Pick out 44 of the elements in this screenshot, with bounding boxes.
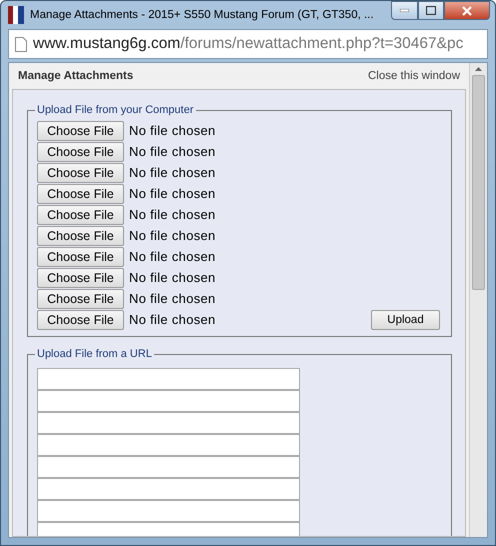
url-field[interactable] [37, 434, 300, 456]
flag-icon [8, 6, 24, 24]
close-icon [462, 6, 472, 16]
url-field[interactable] [37, 500, 300, 522]
minimize-button[interactable] [391, 1, 418, 20]
file-status: No file chosen [129, 291, 217, 306]
url-field[interactable] [37, 456, 300, 478]
url-field[interactable] [37, 368, 300, 390]
file-status: No file chosen [129, 144, 217, 159]
page-icon [15, 36, 27, 52]
file-status: No file chosen [129, 123, 217, 138]
choose-file-button[interactable]: Choose File [37, 184, 124, 204]
choose-file-button[interactable]: Choose File [37, 142, 124, 162]
file-status: No file chosen [129, 186, 217, 201]
choose-file-button[interactable]: Choose File [37, 120, 124, 140]
window-title: Manage Attachments - 2015+ S550 Mustang Forum (GT, GT350, ... [30, 9, 375, 21]
maximize-icon [426, 6, 436, 15]
file-status: No file chosen [129, 228, 217, 243]
file-status: No file chosen [129, 207, 217, 222]
minimize-icon [400, 9, 409, 12]
choose-file-button[interactable]: Choose File [37, 310, 124, 330]
close-window-link[interactable]: Close this window [368, 70, 460, 82]
choose-file-button[interactable]: Choose File [37, 226, 124, 246]
scrollbar[interactable] [469, 63, 487, 537]
choose-file-button[interactable]: Choose File [37, 162, 124, 182]
choose-file-button[interactable]: Choose File [37, 246, 124, 266]
choose-file-button[interactable]: Choose File [37, 288, 124, 308]
url-field[interactable] [37, 390, 300, 412]
group-legend: Upload File from a URL [35, 348, 154, 360]
address-bar[interactable]: www.mustang6g.com/forums/newattachment.php?t=30467&pc [8, 29, 488, 59]
url-field[interactable] [37, 412, 300, 434]
choose-file-button[interactable]: Choose File [37, 268, 124, 288]
group-legend: Upload File from your Computer [35, 104, 196, 116]
file-status: No file chosen [129, 270, 217, 285]
close-button[interactable] [444, 1, 490, 20]
file-status: No file chosen [129, 312, 217, 327]
upload-button[interactable]: Upload [371, 310, 440, 330]
maximize-button[interactable] [418, 1, 444, 20]
file-status: No file chosen [129, 165, 217, 180]
choose-file-button[interactable]: Choose File [37, 204, 124, 224]
url-field[interactable] [37, 478, 300, 500]
panel-heading: Manage Attachments [18, 70, 134, 82]
url-text: www.mustang6g.com/forums/newattachment.php?t=30467&pc [33, 35, 464, 53]
file-status: No file chosen [129, 249, 217, 264]
